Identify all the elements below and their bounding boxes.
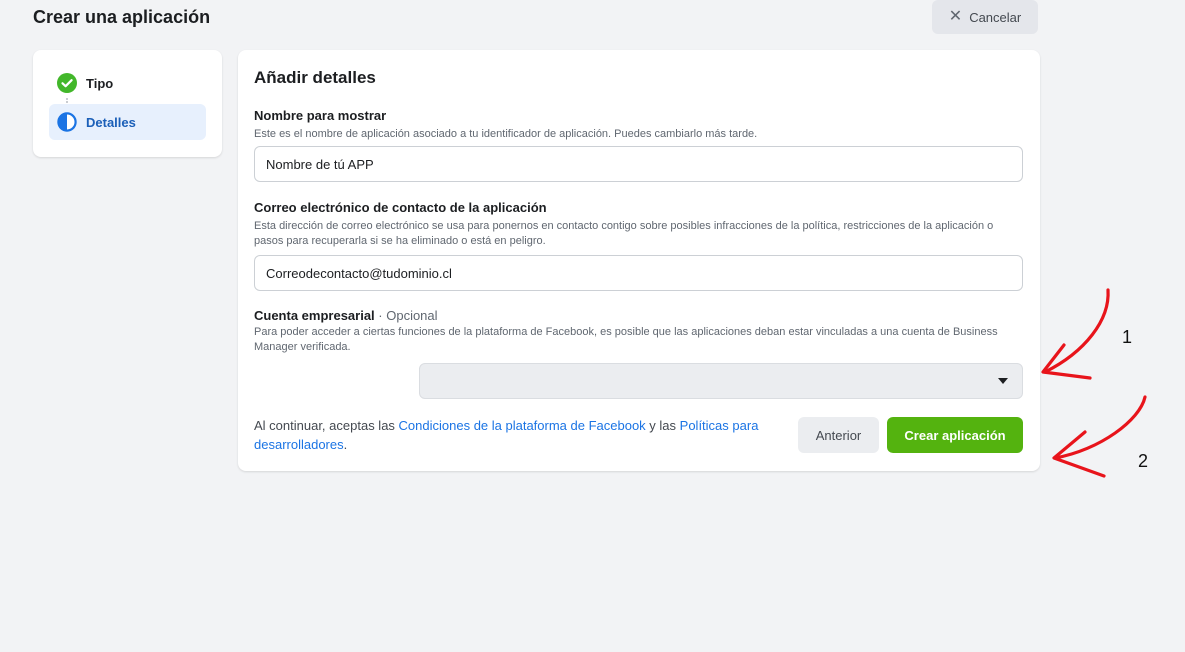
- business-account-help-clip: Para poder acceder a ciertas funciones d…: [254, 325, 1024, 355]
- display-name-help: Este es el nombre de aplicación asociado…: [254, 128, 758, 140]
- cancel-button[interactable]: ✕ Cancelar: [932, 0, 1038, 34]
- terms-prefix: Al continuar, aceptas las: [254, 418, 399, 433]
- page-title: Crear una aplicación: [33, 7, 211, 27]
- step-detalles[interactable]: Detalles: [49, 104, 206, 140]
- steps-sidebar: Tipo Detalles: [33, 50, 222, 157]
- business-account-help: Para poder acceder a ciertas funciones d…: [254, 326, 998, 353]
- contact-email-help: Esta dirección de correo electrónico se …: [254, 220, 994, 247]
- step-tipo[interactable]: Tipo: [49, 65, 206, 101]
- annotation-arrow-1: [1043, 288, 1110, 374]
- business-account-label: Cuenta empresarial · Opcional: [254, 308, 438, 323]
- contact-email-label: Correo electrónico de contacto de la apl…: [254, 200, 547, 215]
- section-title: Añadir detalles: [254, 68, 376, 87]
- annotation-arrow-2: [1053, 395, 1147, 460]
- step-label: Tipo: [86, 75, 114, 91]
- step-label: Detalles: [86, 114, 136, 130]
- check-circle-icon: [57, 73, 77, 93]
- optional-tag: · Opcional: [374, 308, 438, 323]
- platform-terms-link[interactable]: Condiciones de la plataforma de Facebook: [399, 418, 646, 433]
- caret-down-icon: [998, 378, 1008, 384]
- cancel-label: Cancelar: [969, 9, 1022, 25]
- details-form-card: Añadir detalles Nombre para mostrar Este…: [238, 50, 1040, 471]
- annotation-arrowhead-2: [1052, 430, 1106, 478]
- terms-middle: y las: [645, 418, 680, 433]
- create-app-button[interactable]: Crear aplicación: [887, 417, 1023, 453]
- annotation-marker-2: 2: [1138, 451, 1149, 471]
- close-icon: ✕: [948, 8, 963, 25]
- display-name-input[interactable]: [254, 146, 1023, 182]
- previous-button[interactable]: Anterior: [798, 417, 879, 453]
- display-name-label: Nombre para mostrar: [254, 108, 387, 123]
- terms-text: Al continuar, aceptas las Condiciones de…: [254, 416, 784, 454]
- contact-email-input[interactable]: [254, 255, 1023, 291]
- annotation-marker-1: 1: [1122, 327, 1133, 347]
- business-account-label-text: Cuenta empresarial: [254, 308, 375, 323]
- annotation-arrowhead-1: [1041, 343, 1092, 380]
- terms-suffix: .: [343, 437, 348, 452]
- business-account-select[interactable]: [419, 363, 1023, 399]
- half-circle-icon: [57, 112, 77, 132]
